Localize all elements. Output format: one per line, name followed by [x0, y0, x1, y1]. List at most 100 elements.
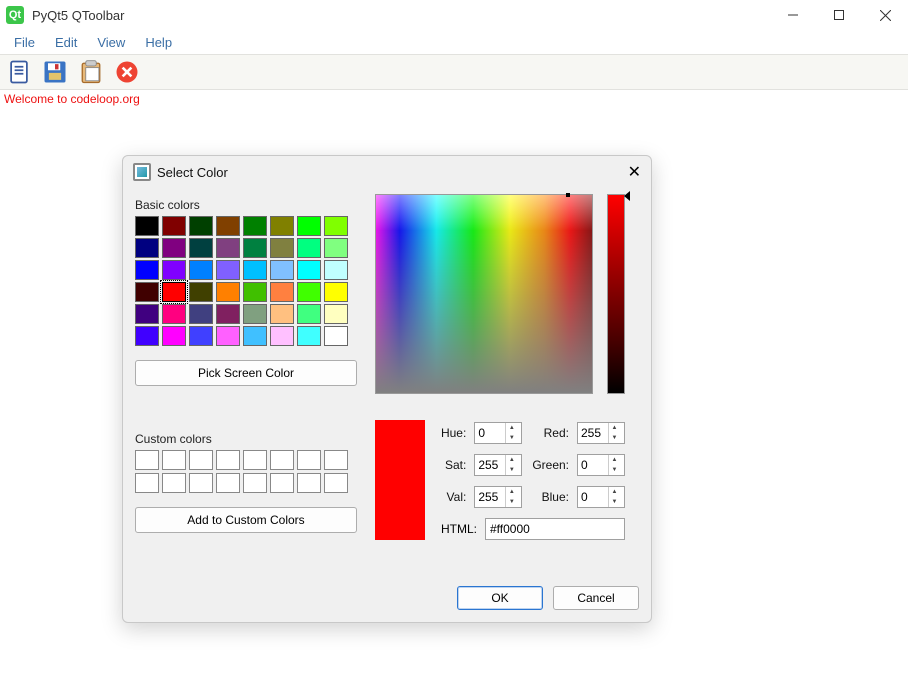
sat-input[interactable]: ▲▼: [474, 454, 522, 476]
custom-color-swatch[interactable]: [243, 473, 267, 493]
basic-color-swatch[interactable]: [243, 216, 267, 236]
basic-color-swatch[interactable]: [162, 260, 186, 280]
val-input[interactable]: ▲▼: [474, 486, 522, 508]
basic-color-swatch[interactable]: [270, 282, 294, 302]
basic-color-swatch[interactable]: [297, 216, 321, 236]
basic-color-swatch[interactable]: [243, 326, 267, 346]
basic-color-swatch[interactable]: [135, 326, 159, 346]
basic-color-swatch[interactable]: [216, 216, 240, 236]
basic-color-swatch[interactable]: [135, 304, 159, 324]
basic-color-swatch[interactable]: [216, 304, 240, 324]
close-window-button[interactable]: [862, 0, 908, 30]
basic-color-swatch[interactable]: [324, 326, 348, 346]
basic-color-swatch[interactable]: [135, 260, 159, 280]
basic-color-swatch[interactable]: [135, 216, 159, 236]
save-button[interactable]: [40, 57, 70, 87]
basic-color-swatch[interactable]: [243, 260, 267, 280]
basic-color-swatch[interactable]: [297, 260, 321, 280]
custom-color-swatch[interactable]: [324, 473, 348, 493]
basic-color-swatch[interactable]: [243, 282, 267, 302]
basic-color-swatch[interactable]: [162, 216, 186, 236]
basic-color-swatch[interactable]: [297, 282, 321, 302]
blue-input[interactable]: ▲▼: [577, 486, 625, 508]
add-custom-colors-button[interactable]: Add to Custom Colors: [135, 507, 357, 533]
basic-color-swatch[interactable]: [216, 282, 240, 302]
hue-label: Hue:: [437, 426, 468, 440]
menu-view[interactable]: View: [87, 33, 135, 52]
basic-color-swatch[interactable]: [189, 260, 213, 280]
custom-color-swatch[interactable]: [135, 473, 159, 493]
hue-input[interactable]: ▲▼: [474, 422, 522, 444]
basic-color-swatch[interactable]: [135, 282, 159, 302]
basic-color-swatch[interactable]: [189, 216, 213, 236]
cancel-button[interactable]: Cancel: [553, 586, 639, 610]
status-text: Welcome to codeloop.org: [0, 90, 908, 108]
val-label: Val:: [437, 490, 468, 504]
document-icon: [5, 58, 33, 86]
color-preview: [375, 420, 425, 540]
basic-color-swatch[interactable]: [270, 304, 294, 324]
custom-color-swatch[interactable]: [243, 450, 267, 470]
color-swatch-icon: [133, 163, 151, 181]
basic-color-swatch[interactable]: [270, 326, 294, 346]
new-file-button[interactable]: [4, 57, 34, 87]
custom-color-swatch[interactable]: [270, 473, 294, 493]
custom-color-swatch[interactable]: [297, 450, 321, 470]
basic-color-swatch[interactable]: [324, 304, 348, 324]
floppy-disk-icon: [41, 58, 69, 86]
custom-color-swatch[interactable]: [297, 473, 321, 493]
basic-color-swatch[interactable]: [162, 238, 186, 258]
custom-color-swatch[interactable]: [189, 473, 213, 493]
basic-color-swatch[interactable]: [189, 326, 213, 346]
green-input[interactable]: ▲▼: [577, 454, 625, 476]
toolbar: [0, 54, 908, 90]
custom-color-swatch[interactable]: [162, 473, 186, 493]
dialog-title: Select Color: [157, 165, 228, 180]
custom-color-swatch[interactable]: [216, 473, 240, 493]
minimize-button[interactable]: [770, 0, 816, 30]
custom-color-swatch[interactable]: [216, 450, 240, 470]
green-label: Green:: [528, 458, 571, 472]
basic-color-swatch[interactable]: [162, 282, 186, 302]
sat-val-picker[interactable]: [375, 194, 593, 394]
custom-color-swatch[interactable]: [162, 450, 186, 470]
custom-color-swatch[interactable]: [135, 450, 159, 470]
basic-color-swatch[interactable]: [270, 216, 294, 236]
paste-button[interactable]: [76, 57, 106, 87]
basic-color-swatch[interactable]: [324, 282, 348, 302]
basic-color-swatch[interactable]: [162, 326, 186, 346]
basic-color-swatch[interactable]: [189, 238, 213, 258]
html-input[interactable]: [485, 518, 625, 540]
basic-color-swatch[interactable]: [297, 326, 321, 346]
basic-color-swatch[interactable]: [135, 238, 159, 258]
close-doc-button[interactable]: [112, 57, 142, 87]
basic-color-swatch[interactable]: [189, 282, 213, 302]
maximize-button[interactable]: [816, 0, 862, 30]
basic-color-swatch[interactable]: [243, 238, 267, 258]
basic-color-swatch[interactable]: [243, 304, 267, 324]
menu-edit[interactable]: Edit: [45, 33, 87, 52]
custom-color-swatch[interactable]: [270, 450, 294, 470]
basic-color-swatch[interactable]: [216, 326, 240, 346]
basic-color-swatch[interactable]: [270, 238, 294, 258]
dialog-close-button[interactable]: ✕: [628, 162, 641, 182]
basic-color-swatch[interactable]: [189, 304, 213, 324]
basic-color-swatch[interactable]: [216, 260, 240, 280]
basic-color-swatch[interactable]: [216, 238, 240, 258]
red-input[interactable]: ▲▼: [577, 422, 625, 444]
pick-screen-color-button[interactable]: Pick Screen Color: [135, 360, 357, 386]
menu-file[interactable]: File: [4, 33, 45, 52]
basic-color-swatch[interactable]: [162, 304, 186, 324]
basic-color-swatch[interactable]: [297, 238, 321, 258]
custom-color-swatch[interactable]: [189, 450, 213, 470]
ok-button[interactable]: OK: [457, 586, 543, 610]
basic-color-swatch[interactable]: [270, 260, 294, 280]
custom-color-swatch[interactable]: [324, 450, 348, 470]
html-label: HTML:: [437, 522, 479, 536]
basic-color-swatch[interactable]: [297, 304, 321, 324]
menu-help[interactable]: Help: [135, 33, 182, 52]
basic-color-swatch[interactable]: [324, 216, 348, 236]
basic-color-swatch[interactable]: [324, 238, 348, 258]
value-slider[interactable]: [607, 194, 625, 394]
basic-color-swatch[interactable]: [324, 260, 348, 280]
